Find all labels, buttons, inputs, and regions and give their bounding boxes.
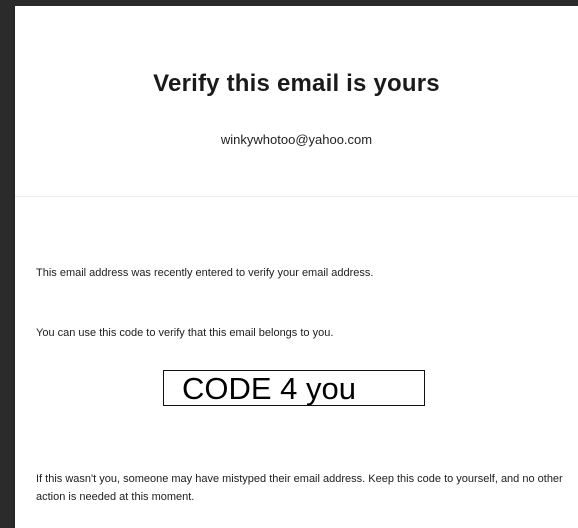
email-card: Verify this email is yours winkywhotoo@y… — [15, 6, 578, 528]
verification-code: CODE 4 you — [182, 371, 357, 406]
window-left-edge — [0, 0, 13, 528]
email-header: Verify this email is yours winkywhotoo@y… — [15, 6, 578, 196]
header-divider — [15, 196, 578, 197]
email-address[interactable]: winkywhotoo@yahoo.com — [15, 132, 578, 147]
code-instruction-paragraph: You can use this code to verify that thi… — [36, 327, 334, 339]
disclaimer-paragraph: If this wasn't you, someone may have mis… — [36, 473, 563, 503]
verification-code-box: CODE 4 you — [163, 370, 425, 406]
intro-paragraph: This email address was recently entered … — [36, 267, 374, 279]
page-title: Verify this email is yours — [153, 70, 440, 97]
